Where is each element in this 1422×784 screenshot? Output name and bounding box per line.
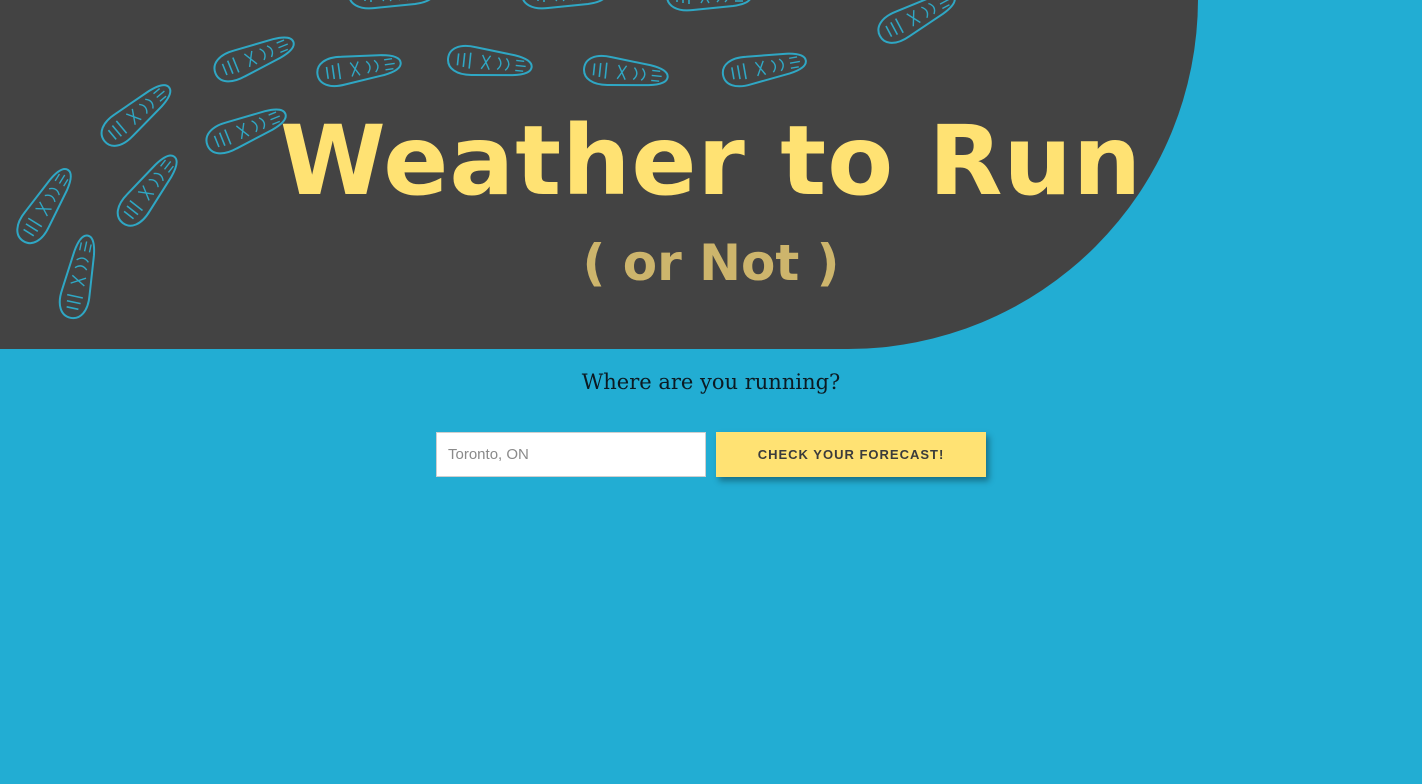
forecast-search-form: CHECK YOUR FORECAST! [436, 432, 986, 477]
page: Weather to Run ( or Not ) Where are you … [0, 0, 1422, 784]
location-input[interactable] [436, 432, 706, 477]
page-subtitle: ( or Not ) [582, 234, 840, 292]
footprint-icon [348, 0, 434, 10]
footprint-icon [581, 53, 671, 93]
footprint-icon [666, 0, 752, 12]
footprint-icon [872, 0, 962, 50]
footprint-icon [719, 45, 810, 91]
footprint-icon [209, 27, 300, 88]
footprint-icon [521, 0, 607, 10]
page-title: Weather to Run [279, 105, 1143, 217]
footprint-icon [314, 47, 404, 90]
location-prompt: Where are you running? [581, 370, 841, 394]
footprint-icon [445, 43, 535, 83]
hero-banner: Weather to Run ( or Not ) [0, 0, 1198, 349]
check-forecast-button[interactable]: CHECK YOUR FORECAST! [716, 432, 986, 477]
